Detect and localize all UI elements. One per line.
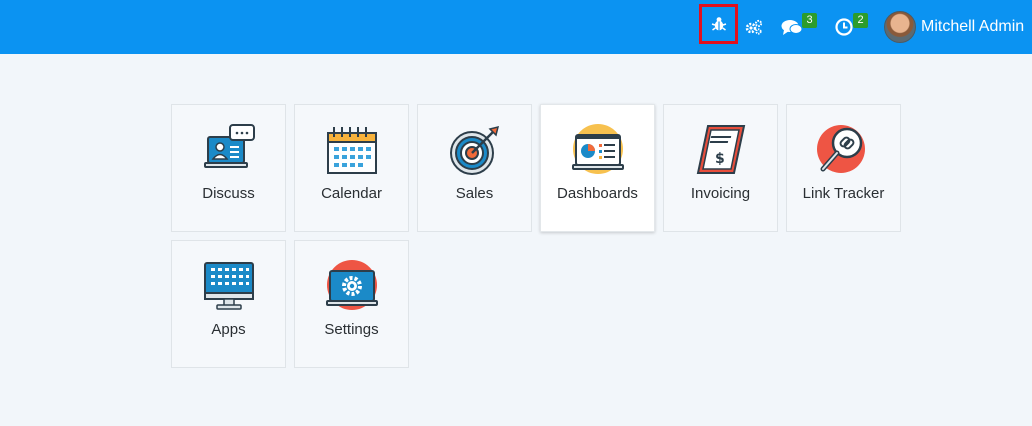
app-tile-settings[interactable]: Settings — [294, 240, 409, 368]
gears-icon — [745, 19, 763, 35]
app-label: Sales — [455, 185, 494, 202]
discuss-icon — [202, 123, 256, 177]
debug-menu-button[interactable] — [699, 4, 738, 44]
settings-menu-button[interactable] — [742, 0, 766, 54]
app-tile-link-tracker[interactable]: Link Tracker — [786, 104, 901, 232]
activities-count-badge: 2 — [853, 13, 868, 28]
link-tracker-icon — [817, 123, 871, 177]
app-label: Discuss — [202, 185, 255, 202]
app-tile-invoicing[interactable]: $ Invoicing — [663, 104, 778, 232]
calendar-icon — [325, 123, 379, 177]
target-icon — [448, 123, 502, 177]
invoice-icon: $ — [694, 123, 748, 177]
chat-icon — [781, 18, 803, 36]
messages-count-badge: 3 — [802, 13, 817, 28]
app-tile-apps[interactable]: Apps — [171, 240, 286, 368]
bug-icon — [711, 16, 727, 32]
app-label: Link Tracker — [802, 185, 885, 202]
settings-icon — [325, 259, 379, 313]
user-name: Mitchell Admin — [921, 18, 1025, 35]
messages-menu-button[interactable] — [780, 0, 804, 54]
app-tile-calendar[interactable]: Calendar — [294, 104, 409, 232]
svg-text:$: $ — [715, 151, 725, 167]
top-navbar: 3 2 Mitchell Admin — [0, 0, 1032, 54]
app-label: Apps — [211, 321, 246, 338]
user-menu[interactable]: Mitchell Admin — [884, 0, 1024, 54]
dashboard-icon — [571, 123, 625, 177]
app-label: Settings — [324, 321, 379, 338]
app-label: Invoicing — [690, 185, 751, 202]
apps-icon — [202, 259, 256, 313]
app-label: Calendar — [321, 185, 382, 202]
clock-icon — [835, 18, 853, 36]
app-tile-sales[interactable]: Sales — [417, 104, 532, 232]
app-label: Dashboards — [557, 185, 638, 202]
avatar — [884, 11, 916, 43]
activities-menu-button[interactable] — [833, 0, 855, 54]
app-tile-discuss[interactable]: Discuss — [171, 104, 286, 232]
app-tile-dashboards[interactable]: Dashboards — [540, 104, 655, 232]
